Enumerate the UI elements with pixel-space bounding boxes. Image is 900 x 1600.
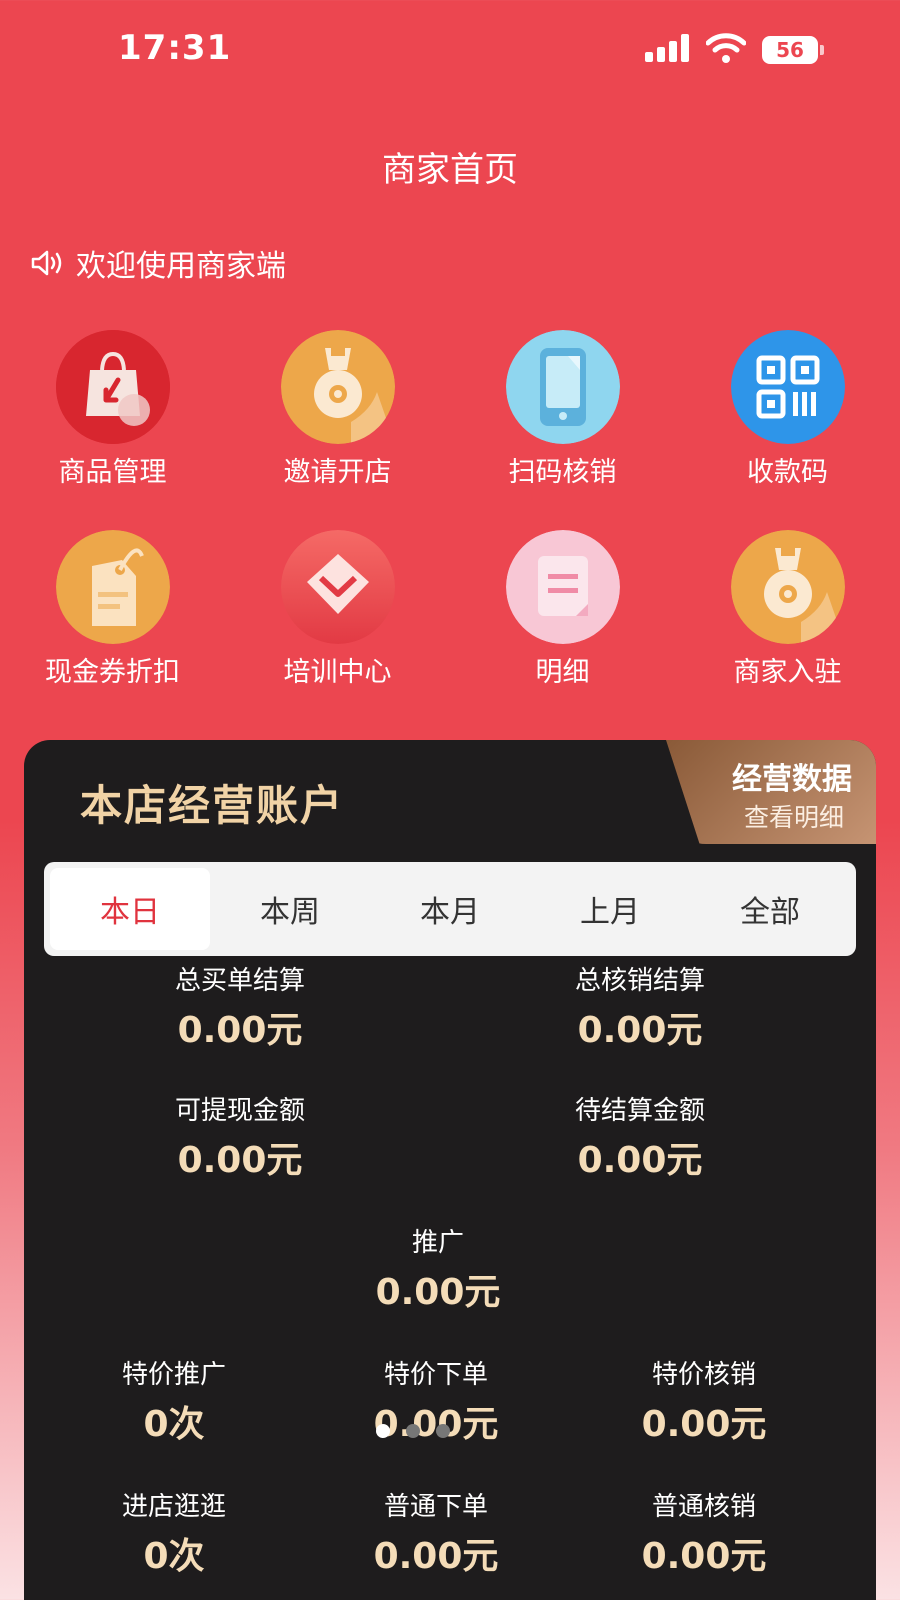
grid-label: 收款码	[747, 457, 828, 488]
card-title: 本店经营账户	[80, 781, 345, 830]
stat-normal-order: 普通下单 0.00元	[286, 1486, 586, 1579]
period-tabs: 本日 本周 本月 上月 全部	[44, 862, 856, 956]
wifi-icon	[706, 33, 746, 63]
stat-pending: 待结算金额 0.00元	[490, 1090, 790, 1183]
stat-label: 可提现金额	[174, 1096, 305, 1126]
price-tag-icon	[55, 530, 170, 644]
stat-value: 0.00元	[373, 1536, 499, 1577]
diamond-icon	[280, 530, 395, 644]
grid-item-training-center[interactable]: 培训中心	[225, 530, 450, 730]
stat-label: 总买单结算	[174, 966, 305, 996]
stat-label: 推广	[411, 1228, 464, 1258]
stat-label: 特价下单	[383, 1360, 488, 1390]
grid-label: 商品管理	[58, 457, 167, 488]
grid-label: 邀请开店	[283, 457, 392, 488]
stat-label: 特价核销	[651, 1360, 756, 1390]
battery-indicator: 56	[762, 36, 824, 64]
tab-this-week[interactable]: 本周	[210, 868, 370, 950]
business-account-card: 本店经营账户 经营数据 查看明细 本日 本周 本月 上月 全部 总买单结算 0.…	[24, 740, 876, 1600]
stat-label: 进店逛逛	[121, 1492, 226, 1522]
tab-this-month[interactable]: 本月	[370, 868, 530, 950]
grid-item-product-management[interactable]: 商品管理	[0, 330, 225, 530]
tab-all[interactable]: 全部	[690, 868, 850, 950]
business-data-button[interactable]: 经营数据 查看明细	[666, 740, 876, 844]
carousel-dot[interactable]	[436, 1424, 450, 1438]
stat-total-verify: 总核销结算 0.00元	[490, 960, 790, 1053]
stat-label: 普通下单	[383, 1492, 488, 1522]
grid-item-cash-coupon[interactable]: 现金券折扣	[0, 530, 225, 730]
grid-item-payment-code[interactable]: 收款码	[675, 330, 900, 530]
carousel-dot[interactable]	[406, 1424, 420, 1438]
grid-item-merchant-join[interactable]: 商家入驻	[675, 530, 900, 730]
stat-value: 0.00元	[373, 1404, 499, 1445]
tab-last-month[interactable]: 上月	[530, 868, 690, 950]
status-bar: 17:31 56	[0, 0, 900, 100]
stat-value: 0.00元	[177, 1140, 303, 1181]
stat-value: 0.00元	[177, 1010, 303, 1051]
stat-label: 总核销结算	[574, 966, 705, 996]
stat-value: 0.00元	[577, 1010, 703, 1051]
signal-icon	[645, 34, 691, 62]
status-time: 17:31	[118, 28, 232, 68]
grid-label: 商家入驻	[733, 657, 842, 688]
carousel-indicator[interactable]	[376, 1424, 450, 1438]
tab-today[interactable]: 本日	[50, 868, 210, 950]
view-details-label: 查看明细	[743, 803, 844, 832]
qr-code-icon	[730, 330, 845, 444]
stat-label: 特价推广	[121, 1360, 226, 1390]
stat-special-promo: 特价推广 0次	[24, 1354, 324, 1447]
grid-item-details[interactable]: 明细	[450, 530, 675, 730]
stat-value: 0次	[143, 1404, 205, 1445]
stat-promotion: 推广 0.00元	[288, 1222, 588, 1315]
function-grid: 商品管理 邀请开店 扫码核销 收款码 现金券折扣 培训中心 明细 商家入驻	[0, 330, 900, 730]
grid-label: 明细	[535, 657, 590, 688]
business-data-label: 经营数据	[732, 762, 852, 797]
carousel-dot[interactable]	[376, 1424, 390, 1438]
medal-icon	[280, 330, 395, 444]
stat-total-purchase: 总买单结算 0.00元	[90, 960, 390, 1053]
grid-label: 扫码核销	[508, 457, 617, 488]
stat-value: 0.00元	[641, 1536, 767, 1577]
stat-value: 0.00元	[577, 1140, 703, 1181]
medal-icon	[730, 530, 845, 644]
stat-value: 0.00元	[641, 1404, 767, 1445]
stat-label: 待结算金额	[574, 1096, 705, 1126]
grid-label: 培训中心	[283, 657, 392, 688]
notice-bar[interactable]: 欢迎使用商家端	[30, 240, 286, 286]
grid-label: 现金券折扣	[45, 657, 180, 688]
document-icon	[505, 530, 620, 644]
stat-normal-verify: 普通核销 0.00元	[554, 1486, 854, 1579]
page-title: 商家首页	[382, 150, 518, 190]
stat-withdrawable: 可提现金额 0.00元	[90, 1090, 390, 1183]
stat-visit-store: 进店逛逛 0次	[24, 1486, 324, 1579]
stat-label: 普通核销	[651, 1492, 756, 1522]
shopping-bag-icon	[55, 330, 170, 444]
stat-value: 0.00元	[375, 1272, 501, 1313]
notice-text: 欢迎使用商家端	[76, 249, 286, 284]
stat-value: 0次	[143, 1536, 205, 1577]
grid-item-invite-store[interactable]: 邀请开店	[225, 330, 450, 530]
speaker-icon	[31, 250, 62, 276]
stat-special-verify: 特价核销 0.00元	[554, 1354, 854, 1447]
grid-item-scan-verify[interactable]: 扫码核销	[450, 330, 675, 530]
phone-icon	[505, 330, 620, 444]
